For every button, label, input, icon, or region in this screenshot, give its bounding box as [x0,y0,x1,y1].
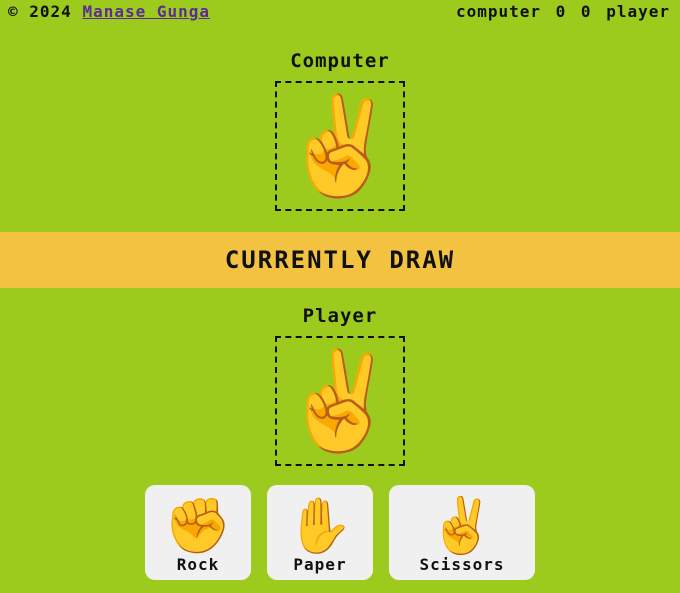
player-score-label: player [606,2,670,21]
player-heading: Player [302,305,378,327]
player-choice-box: ✌️ [275,336,405,466]
author-link[interactable]: Manase Gunga [82,2,210,21]
scissors-button[interactable]: ✌️ Scissors [389,485,535,580]
open-hand-icon: ✋ [286,494,354,557]
result-banner: CURRENTLY DRAW [0,232,680,288]
rock-label: Rock [176,555,220,574]
computer-choice-emoji: ✌️ [280,90,400,202]
player-choice-emoji: ✌️ [280,345,400,457]
computer-choice-box: ✌️ [275,81,405,211]
copyright: © 2024 Manase Gunga [8,2,210,21]
rock-button[interactable]: ✊ Rock [145,485,251,580]
computer-score-label: computer [455,2,541,21]
computer-heading: Computer [290,50,390,72]
scissors-label: Scissors [419,555,505,574]
paper-label: Paper [293,555,347,574]
computer-score: 0 [555,2,567,21]
top-bar: © 2024 Manase Gunga computer 0 0 player [0,0,680,24]
paper-button[interactable]: ✋ Paper [267,485,373,580]
result-text: CURRENTLY DRAW [224,246,456,274]
victory-hand-icon: ✌️ [428,494,496,557]
player-score: 0 [580,2,592,21]
scoreboard: computer 0 0 player [456,2,670,21]
fist-icon: ✊ [164,494,232,557]
copyright-text: © 2024 [8,2,72,21]
